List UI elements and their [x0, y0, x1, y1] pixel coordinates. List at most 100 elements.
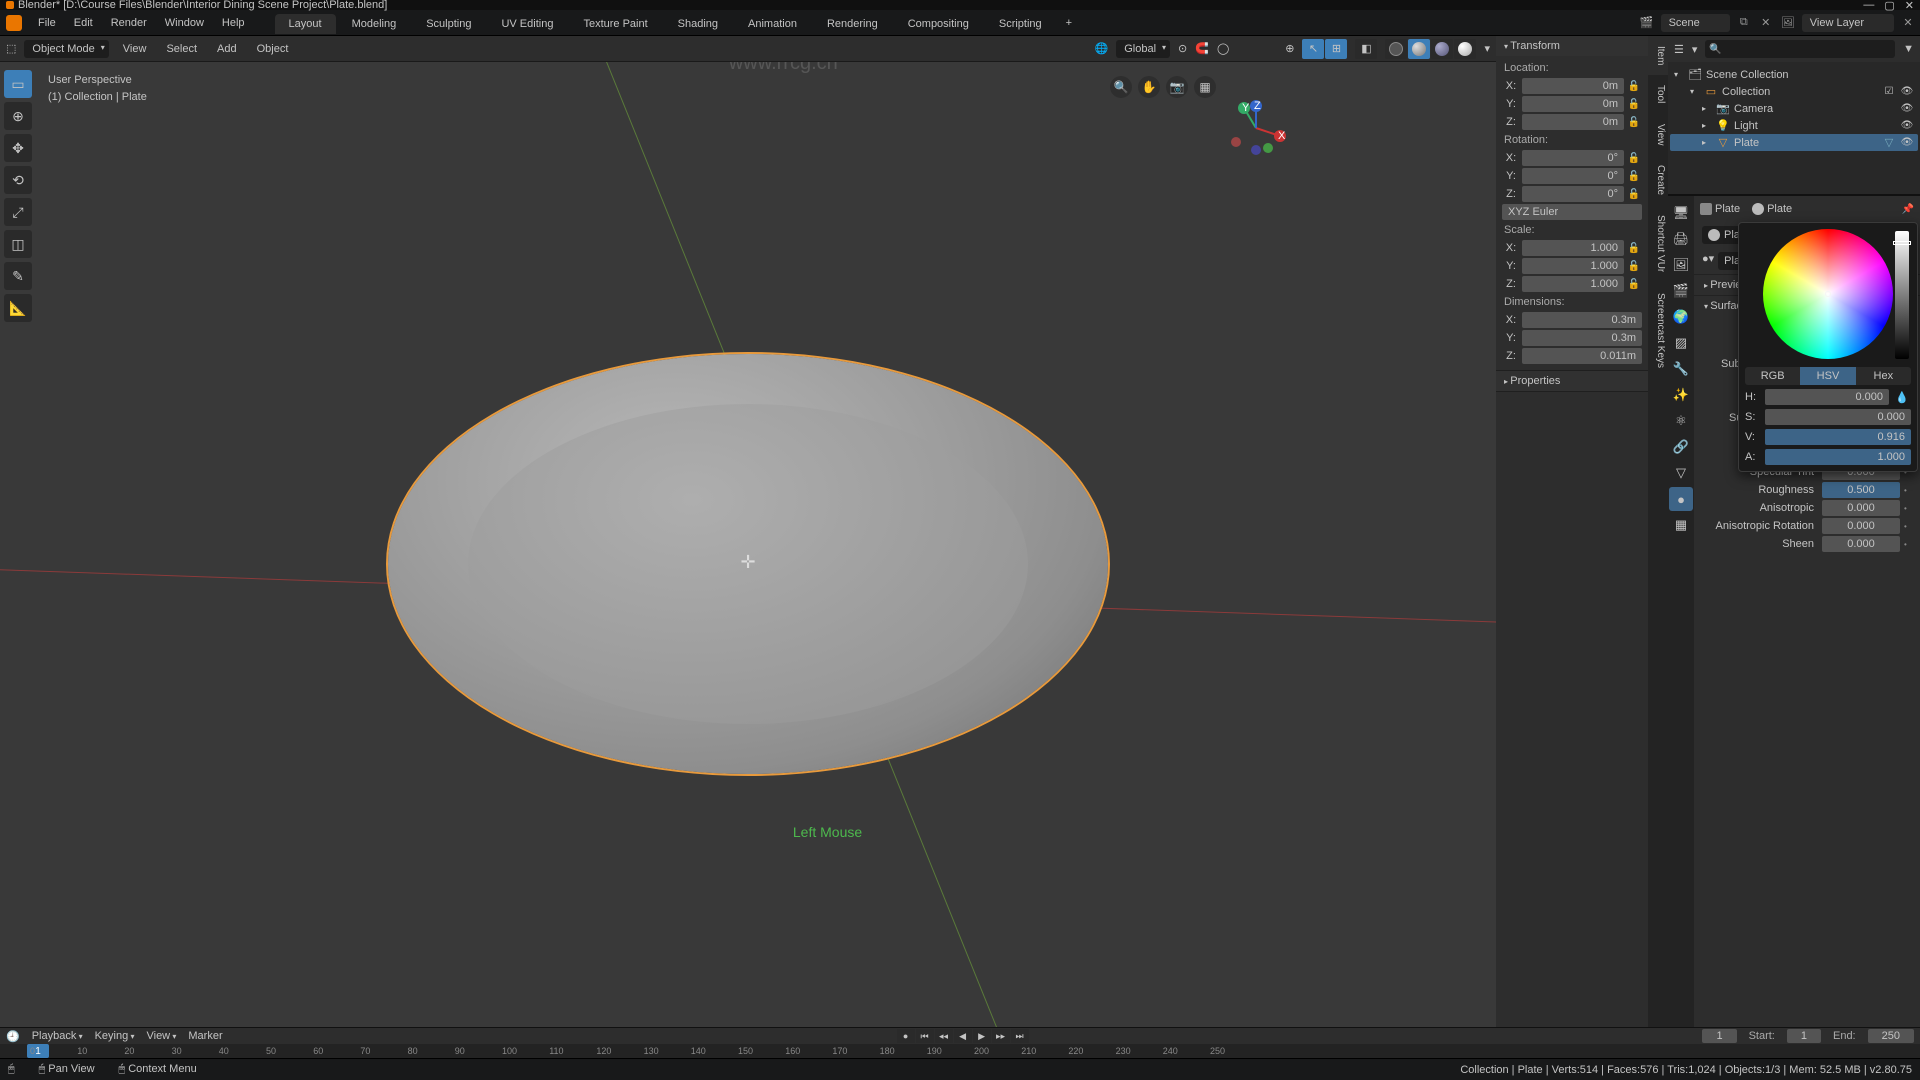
ortho-toggle-icon[interactable]: ▦	[1194, 76, 1216, 98]
jump-start-icon[interactable]: ⏮	[916, 1029, 934, 1043]
delete-icon[interactable]: ✕	[1758, 15, 1774, 31]
tool-transform[interactable]: ◫	[4, 230, 32, 258]
mode-hex[interactable]: Hex	[1856, 367, 1911, 385]
tool-annotate[interactable]: ✎	[4, 262, 32, 290]
outliner-type-icon[interactable]: ☰	[1674, 43, 1684, 56]
ptab-particles[interactable]: ✨	[1669, 383, 1693, 407]
viewlayer-delete-icon[interactable]: ✕	[1900, 15, 1916, 31]
picker-a[interactable]: 1.000	[1765, 449, 1911, 465]
menu-render[interactable]: Render	[103, 13, 155, 33]
tree-light[interactable]: ▸💡Light👁	[1670, 117, 1918, 134]
crumb-object[interactable]: Plate	[1700, 203, 1740, 215]
ntab-tool[interactable]: Tool	[1648, 75, 1668, 113]
play-icon[interactable]: ▶	[973, 1029, 991, 1043]
workspace-layout[interactable]: Layout	[275, 14, 336, 34]
tree-plate[interactable]: ▸▽Plate▽👁	[1670, 134, 1918, 151]
node-link-icon[interactable]: •	[1904, 504, 1914, 513]
camera-view-icon[interactable]: 📷	[1166, 76, 1188, 98]
prop-value[interactable]: 0.500	[1822, 482, 1900, 498]
lock-icon[interactable]: 🔓	[1626, 279, 1642, 290]
tool-rotate[interactable]: ⟲	[4, 166, 32, 194]
overlays-icon[interactable]: ⊞	[1325, 39, 1347, 59]
picker-v[interactable]: 0.916	[1765, 429, 1911, 445]
node-link-icon[interactable]: •	[1904, 522, 1914, 531]
tree-scene-collection[interactable]: ▾🗂Scene Collection	[1670, 66, 1918, 83]
tl-marker[interactable]: Marker	[188, 1030, 222, 1042]
mode-rgb[interactable]: RGB	[1745, 367, 1800, 385]
ptab-material[interactable]: ●	[1669, 487, 1693, 511]
loc-z[interactable]: 0m	[1522, 114, 1624, 130]
outliner-display-icon[interactable]: ▾	[1692, 43, 1698, 56]
tree-collection[interactable]: ▾▭Collection☑👁	[1670, 83, 1918, 100]
viewlayer-selector[interactable]: View Layer	[1802, 14, 1894, 32]
loc-x[interactable]: 0m	[1522, 78, 1624, 94]
zoom-icon[interactable]: 🔍	[1110, 76, 1132, 98]
timeline-ruler[interactable]: 1 01020304050607080901001101201301401501…	[0, 1044, 1920, 1058]
orientation-dropdown[interactable]: Global	[1116, 40, 1170, 58]
node-link-icon[interactable]: •	[1904, 486, 1914, 495]
gizmo-toggle-icon[interactable]: ⊕	[1285, 42, 1294, 55]
workspace-shading[interactable]: Shading	[664, 14, 732, 34]
mode-hsv[interactable]: HSV	[1800, 367, 1855, 385]
workspace-uv[interactable]: UV Editing	[487, 14, 567, 34]
scene-selector[interactable]: Scene	[1661, 14, 1730, 32]
scale-x[interactable]: 1.000	[1522, 240, 1624, 256]
scale-z[interactable]: 1.000	[1522, 276, 1624, 292]
ptab-physics[interactable]: ⚛	[1669, 409, 1693, 433]
ntab-item[interactable]: Item	[1648, 36, 1668, 75]
ptab-constraints[interactable]: 🔗	[1669, 435, 1693, 459]
snap-icon[interactable]: 🧲	[1195, 42, 1209, 55]
shading-wire-icon[interactable]	[1385, 39, 1407, 59]
value-slider[interactable]	[1895, 231, 1909, 359]
restrict-icon[interactable]: ☑	[1882, 86, 1896, 97]
pan-icon[interactable]: ✋	[1138, 76, 1160, 98]
shading-render-icon[interactable]	[1454, 39, 1476, 59]
workspace-texpaint[interactable]: Texture Paint	[569, 14, 661, 34]
pin-icon[interactable]: 📌	[1902, 204, 1914, 215]
tool-measure[interactable]: 📐	[4, 294, 32, 322]
scale-y[interactable]: 1.000	[1522, 258, 1624, 274]
ptab-world[interactable]: 🌍	[1669, 305, 1693, 329]
autokey-icon[interactable]: ●	[897, 1029, 915, 1043]
lock-icon[interactable]: 🔓	[1626, 153, 1642, 164]
copy-icon[interactable]: ⧉	[1736, 15, 1752, 31]
dim-z[interactable]: 0.011m	[1522, 348, 1642, 364]
3d-viewport[interactable]: ▭ ⊕ ✥ ⟲ ⤢ ◫ ✎ 📐 User Perspective (1) Col…	[0, 62, 1496, 1027]
end-frame[interactable]: 250	[1868, 1029, 1914, 1043]
color-wheel[interactable]	[1763, 229, 1893, 359]
proportional-icon[interactable]: ◯	[1217, 42, 1229, 55]
lock-icon[interactable]: 🔓	[1626, 189, 1642, 200]
filter-icon[interactable]: ▼	[1903, 43, 1914, 55]
tool-cursor[interactable]: ⊕	[4, 102, 32, 130]
mode-dropdown[interactable]: Object Mode	[24, 40, 108, 58]
ptab-texture[interactable]: ▦	[1669, 513, 1693, 537]
tool-move[interactable]: ✥	[4, 134, 32, 162]
eye-icon[interactable]: 👁	[1900, 137, 1914, 148]
prop-value[interactable]: 0.000	[1822, 518, 1900, 534]
3d-menu-select[interactable]: Select	[160, 40, 203, 58]
prop-value[interactable]: 0.000	[1822, 500, 1900, 516]
timeline-type-icon[interactable]: 🕘	[6, 1030, 20, 1043]
workspace-compositing[interactable]: Compositing	[894, 14, 983, 34]
eyedropper-icon[interactable]: 💧	[1893, 391, 1911, 404]
pivot-icon[interactable]: ⊙	[1178, 42, 1187, 55]
eye-icon[interactable]: 👁	[1900, 120, 1914, 131]
tl-view[interactable]: View	[146, 1030, 176, 1042]
tool-scale[interactable]: ⤢	[4, 198, 32, 226]
start-frame[interactable]: 1	[1787, 1029, 1821, 1043]
current-frame[interactable]: 1	[1702, 1029, 1736, 1043]
rot-x[interactable]: 0°	[1522, 150, 1624, 166]
xray-icon[interactable]: ◧	[1355, 39, 1377, 59]
blender-icon[interactable]	[6, 15, 22, 31]
shading-solid-icon[interactable]	[1408, 39, 1430, 59]
lock-icon[interactable]: 🔓	[1626, 243, 1642, 254]
rot-z[interactable]: 0°	[1522, 186, 1624, 202]
eye-icon[interactable]: 👁	[1900, 86, 1914, 97]
crumb-material[interactable]: Plate	[1752, 203, 1792, 215]
transform-header[interactable]: Transform	[1496, 36, 1648, 56]
lock-icon[interactable]: 🔓	[1626, 99, 1642, 110]
workspace-sculpting[interactable]: Sculpting	[412, 14, 485, 34]
dim-x[interactable]: 0.3m	[1522, 312, 1642, 328]
ptab-scene[interactable]: 🎬	[1669, 279, 1693, 303]
maximize-icon[interactable]: ▢	[1884, 0, 1894, 12]
